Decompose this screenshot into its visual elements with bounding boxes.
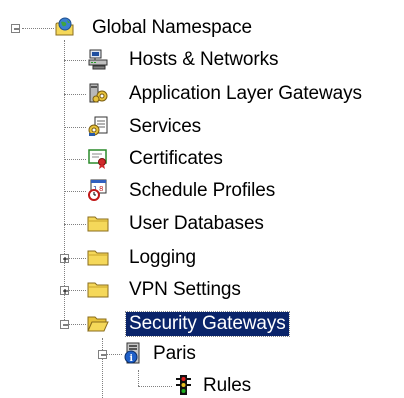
tree-item-user-databases[interactable]: User Databases	[126, 212, 267, 236]
folder-icon	[87, 278, 109, 300]
folder-icon	[87, 212, 109, 234]
tree-line	[64, 94, 86, 95]
network-hosts-icon	[87, 48, 109, 70]
collapse-toggle[interactable]	[98, 350, 107, 359]
globe-folder-icon	[54, 16, 76, 38]
tree-item-services[interactable]: Services	[126, 115, 204, 139]
open-folder-icon	[87, 312, 109, 334]
expand-toggle[interactable]	[60, 286, 69, 295]
tree-line	[138, 386, 172, 387]
tree-item-application-layer-gateways[interactable]: Application Layer Gateways	[126, 82, 365, 106]
services-icon	[87, 115, 109, 137]
tree-item-schedule-profiles[interactable]: Schedule Profiles	[126, 179, 278, 203]
tree-item-paris[interactable]: Paris	[150, 342, 199, 366]
tree-line	[64, 40, 65, 326]
certificate-icon	[87, 147, 109, 169]
tree-line	[138, 370, 139, 386]
tree-item-rules[interactable]: Rules	[200, 374, 254, 398]
expand-toggle[interactable]	[60, 254, 69, 263]
tree-line	[64, 127, 86, 128]
tree-line	[22, 28, 54, 29]
collapse-toggle[interactable]	[60, 320, 69, 329]
tree-line	[64, 224, 86, 225]
tree-item-security-gateways[interactable]: Security Gateways	[125, 311, 290, 337]
calendar-clock-icon: 1 8	[87, 179, 109, 201]
tree-item-global-namespace[interactable]: Global Namespace	[89, 16, 255, 40]
tree-item-certificates[interactable]: Certificates	[126, 147, 226, 171]
svg-text:i: i	[130, 354, 134, 364]
traffic-light-icon	[172, 374, 194, 396]
tree-line	[64, 191, 86, 192]
tree-item-hosts-networks[interactable]: Hosts & Networks	[126, 48, 281, 72]
collapse-toggle[interactable]	[11, 24, 20, 33]
tree-item-vpn-settings[interactable]: VPN Settings	[126, 278, 244, 302]
tree-item-logging[interactable]: Logging	[126, 246, 199, 270]
gears-gateway-icon	[87, 82, 109, 104]
folder-icon	[87, 246, 109, 268]
tree-line	[102, 338, 103, 398]
namespace-tree: Global Namespace Hosts & Networks Applic…	[0, 0, 404, 398]
svg-text:8: 8	[99, 185, 103, 193]
tree-line	[64, 60, 86, 61]
tree-line	[64, 159, 86, 160]
gateway-server-icon: i	[122, 342, 144, 364]
